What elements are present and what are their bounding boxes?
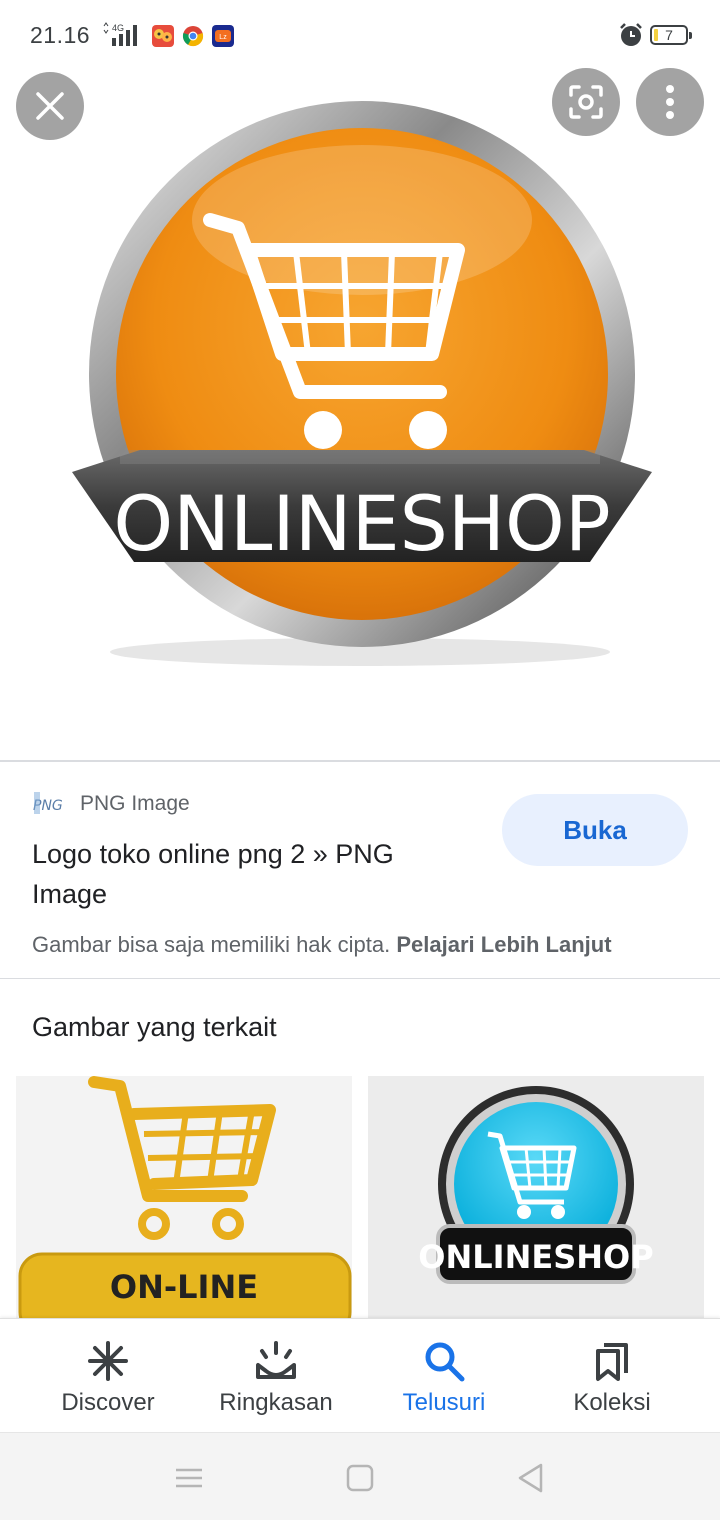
online-shop-logo-image: ONLINESHOP <box>72 101 652 666</box>
system-navigation-bar <box>0 1432 720 1520</box>
related-heading: Gambar yang terkait <box>32 1012 277 1042</box>
result-title[interactable]: Logo toko online png 2 » PNG Image <box>32 834 472 914</box>
menu-icon[interactable] <box>172 1461 206 1495</box>
more-vert-icon <box>666 85 674 119</box>
related-image-2[interactable]: ONLINESHOP <box>368 1076 704 1318</box>
related-image-1[interactable]: ON-LINE <box>16 1076 352 1318</box>
copyright-text: Gambar bisa saja memiliki hak cipta. <box>32 932 391 957</box>
home-icon[interactable] <box>343 1461 377 1495</box>
nav-koleksi-label: Koleksi <box>573 1389 651 1416</box>
nav-telusuri-label: Telusuri <box>402 1389 486 1416</box>
nav-ringkasan[interactable]: Ringkasan <box>186 1319 366 1433</box>
lens-button[interactable] <box>552 68 620 136</box>
related-1-text: ON-LINE <box>110 1268 258 1306</box>
search-icon <box>425 1342 465 1382</box>
copyright-notice: Gambar bisa saja memiliki hak cipta. Pel… <box>32 932 612 958</box>
signal-icon: 4G <box>103 22 137 46</box>
back-icon[interactable] <box>514 1461 548 1495</box>
learn-more-link[interactable]: Pelajari Lebih Lanjut <box>396 932 611 957</box>
close-icon <box>36 92 64 120</box>
close-button[interactable] <box>16 72 84 140</box>
source-logo-icon: PNG <box>32 788 70 820</box>
image-viewer[interactable]: ONLINESHOP <box>0 68 720 760</box>
nav-koleksi[interactable]: Koleksi <box>522 1319 702 1433</box>
nav-discover[interactable]: Discover <box>18 1319 198 1433</box>
bookmarks-icon <box>596 1343 628 1381</box>
bottom-navigation: Discover Ringkasan Telusuri Koleksi <box>0 1318 720 1432</box>
network-label: 4G <box>112 23 124 33</box>
chrome-icon <box>182 25 204 47</box>
svg-text:Lz: Lz <box>219 34 227 41</box>
source-row[interactable]: PNG PNG Image <box>32 786 190 822</box>
divider <box>0 760 720 762</box>
asterisk-icon <box>88 1341 128 1381</box>
nav-telusuri[interactable]: Telusuri <box>354 1319 534 1433</box>
cyan-cart-image: ONLINESHOP <box>418 1086 654 1284</box>
nav-discover-label: Discover <box>61 1389 155 1416</box>
related-2-text: ONLINESHOP <box>418 1238 653 1276</box>
yellow-cart-image: ON-LINE <box>18 1076 352 1318</box>
divider <box>0 978 720 979</box>
lens-icon <box>569 85 603 119</box>
open-button[interactable]: Buka <box>502 794 688 866</box>
source-name: PNG Image <box>80 792 190 815</box>
battery-icon: 7 <box>650 25 692 45</box>
image-logo-text: ONLINESHOP <box>113 479 610 568</box>
nav-ringkasan-label: Ringkasan <box>219 1389 333 1416</box>
game-app-icon <box>152 25 174 47</box>
lazada-icon: Lz <box>212 25 234 47</box>
status-time: 21.16 <box>30 22 91 48</box>
status-bar: 21.16 4G Lz 7 <box>0 0 720 72</box>
more-options-button[interactable] <box>636 68 704 136</box>
sunrise-icon <box>256 1341 296 1379</box>
alarm-icon <box>620 23 642 46</box>
